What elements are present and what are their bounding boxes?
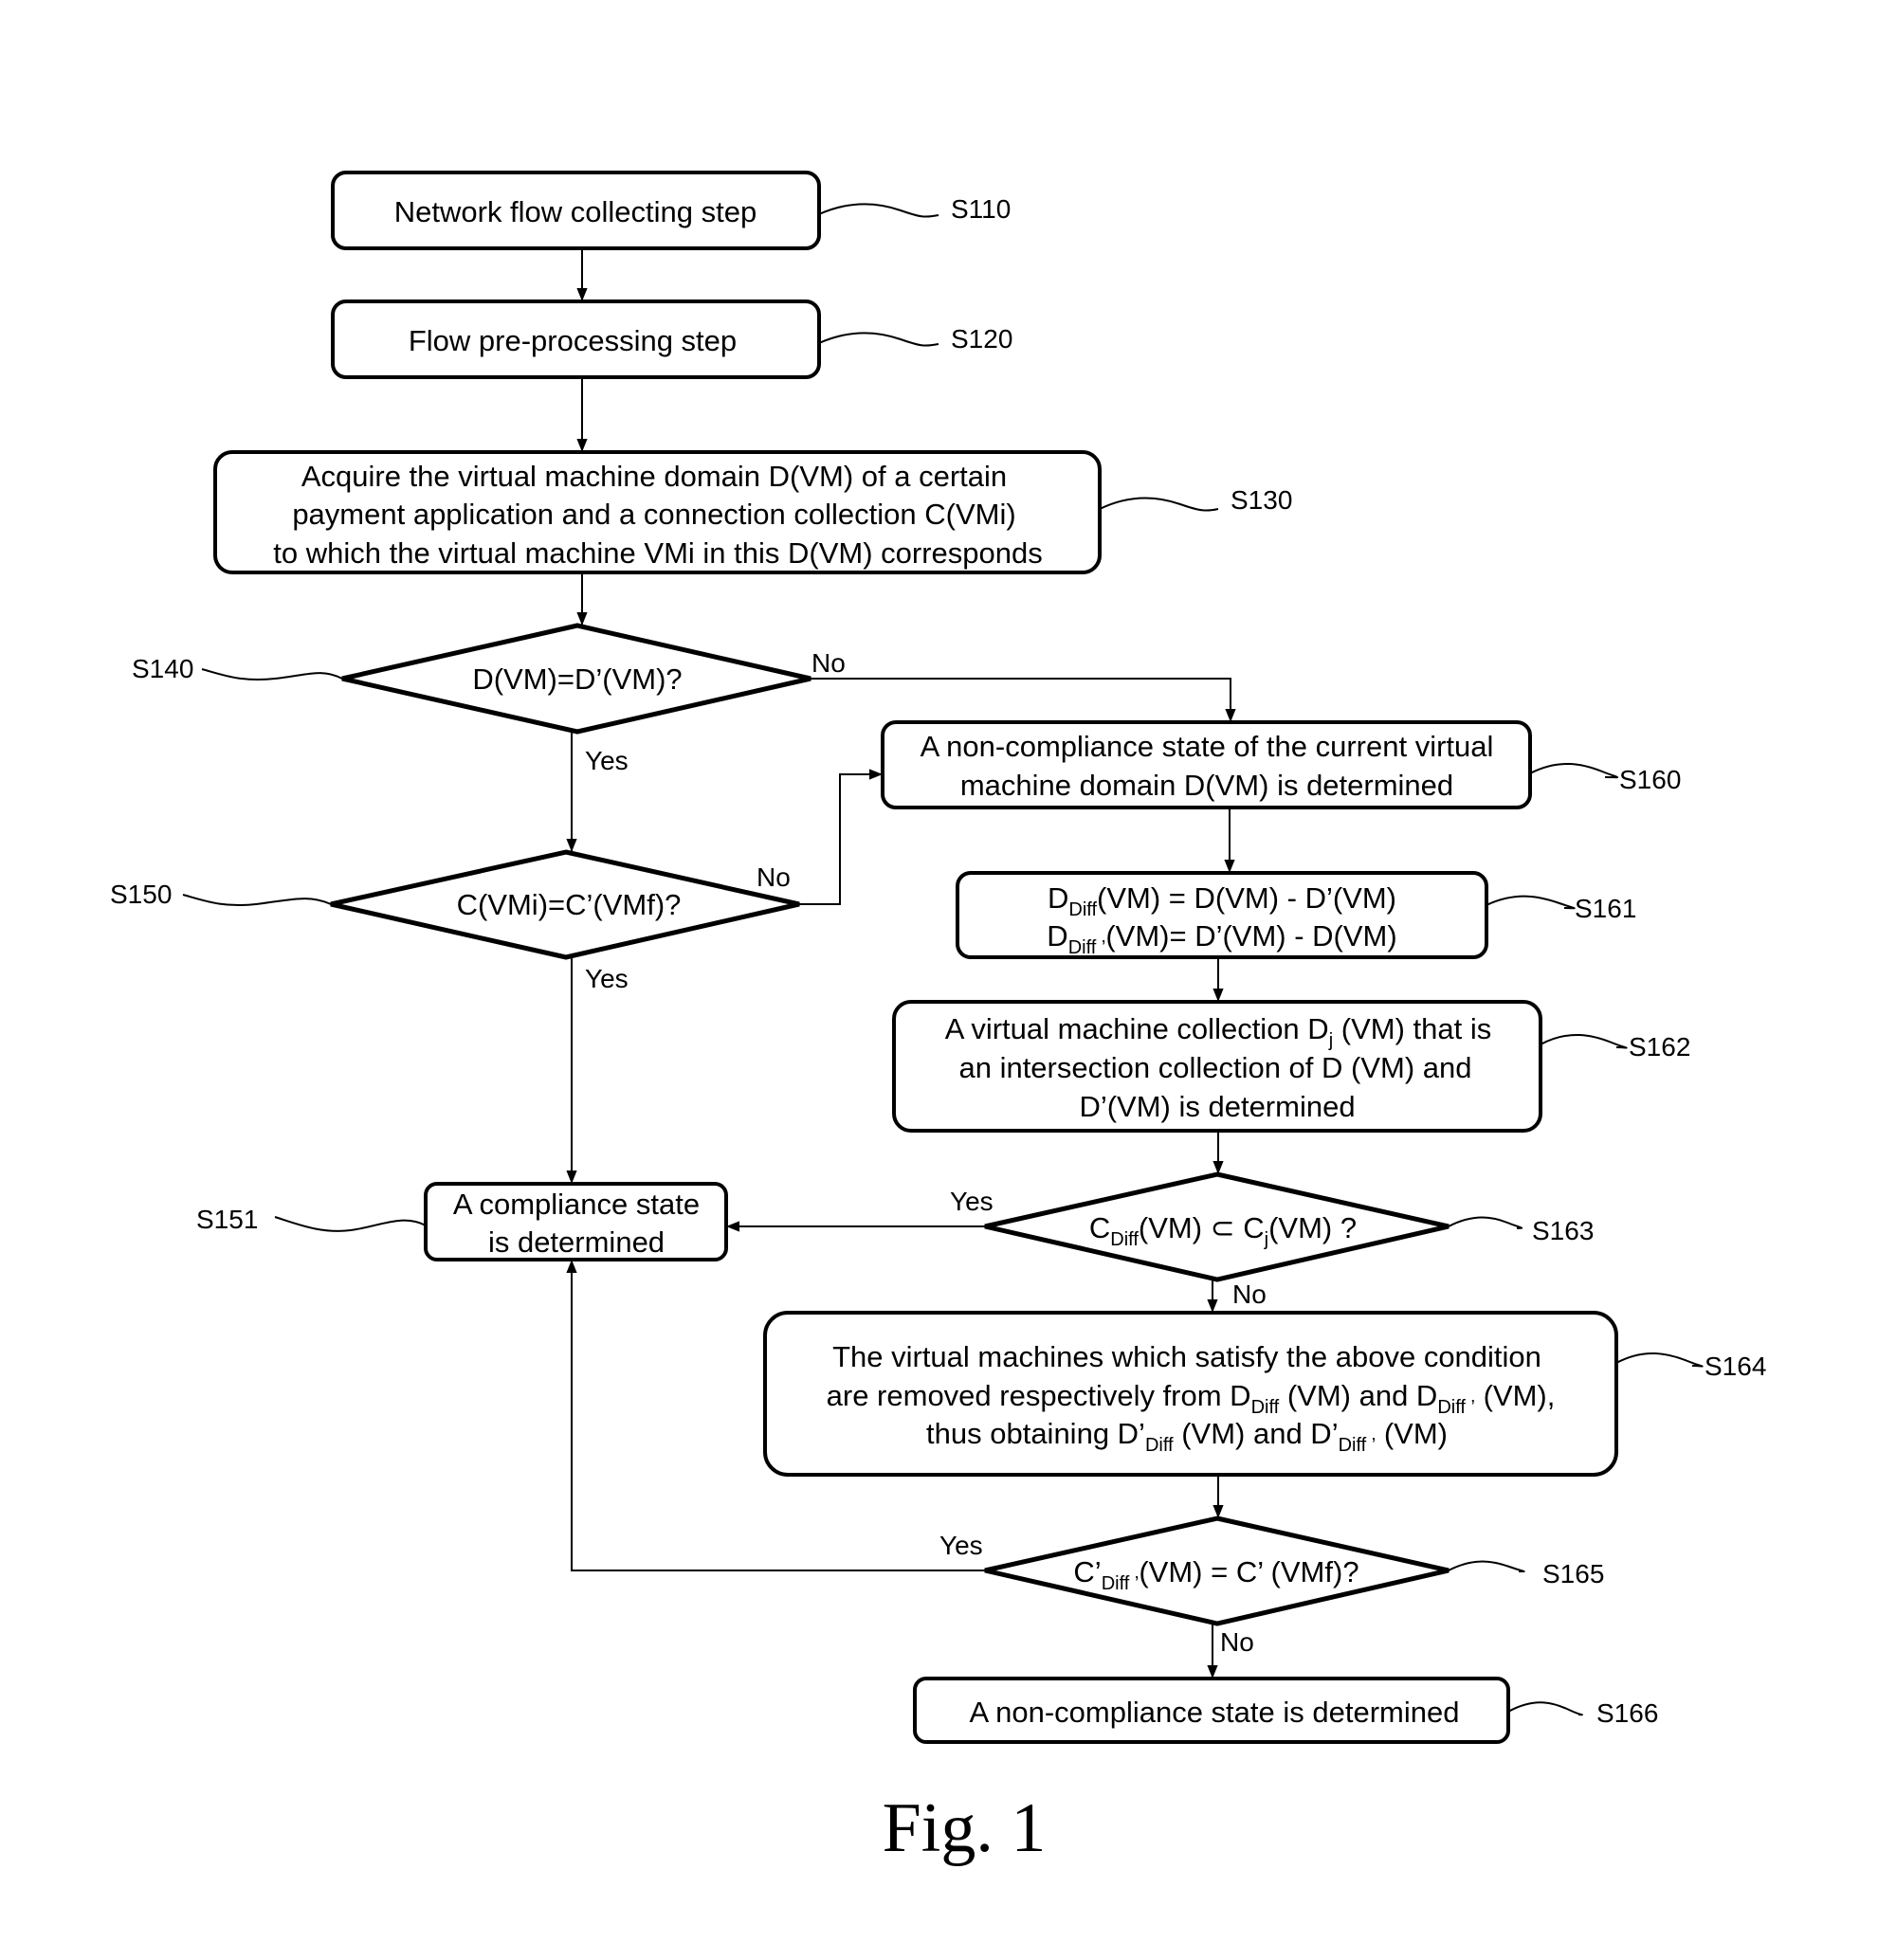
step-text-line-2: an intersection collection of D (VM) and <box>958 1051 1471 1084</box>
arrow-s150-no-s160 <box>799 769 883 905</box>
step-id-label: S130 <box>1231 485 1292 515</box>
decision-text: C(VMi)=C’(VMf)? <box>457 888 682 921</box>
leader-line <box>201 668 343 681</box>
step-text-line-1: A compliance state <box>453 1188 700 1221</box>
arrow-s140-no-s160 <box>811 678 1236 722</box>
step-id-label: S150 <box>110 880 172 909</box>
leader-line <box>274 1216 427 1232</box>
formula-line-1: DDiff(VM) = D(VM) - D’(VM) <box>1048 881 1396 920</box>
step-id-label: S151 <box>196 1205 258 1234</box>
step-s162: A virtual machine collection Dj (VM) tha… <box>892 1000 1690 1133</box>
decision-s150: C(VMi)=C’(VMf)? S150 No Yes <box>110 849 800 993</box>
step-id-label: S163 <box>1532 1216 1594 1245</box>
branch-label-no: No <box>1232 1279 1267 1309</box>
step-id-label: S140 <box>132 654 193 683</box>
leader-line <box>1448 1216 1523 1229</box>
step-s164: The virtual machines which satisfy the a… <box>763 1311 1766 1477</box>
leader-line <box>1615 1352 1704 1368</box>
step-text-line-2: machine domain D(VM) is determined <box>960 769 1453 802</box>
leader-line <box>1507 1701 1583 1716</box>
step-id-label: S165 <box>1542 1559 1604 1588</box>
branch-label-no: No <box>757 862 791 892</box>
step-text-line-1: A non-compliance state of the current vi… <box>921 730 1494 763</box>
leader-line <box>818 332 939 347</box>
step-id-label: S120 <box>951 324 1012 354</box>
step-text-line-1: A virtual machine collection Dj (VM) tha… <box>945 1012 1491 1051</box>
leader-line <box>1099 497 1219 512</box>
step-text-line-1: Acquire the virtual machine domain D(VM)… <box>301 460 1007 493</box>
step-text-line-3: D’(VM) is determined <box>1079 1090 1355 1123</box>
leader-line <box>1540 1034 1628 1049</box>
decision-s163: CDiff(VM) ⊂ Cj(VM) ? S163 Yes No <box>950 1171 1594 1309</box>
step-s130: Acquire the virtual machine domain D(VM)… <box>213 450 1292 574</box>
flowchart: Network flow collecting step S110 Flow p… <box>110 171 1766 1867</box>
step-text-line-3: to which the virtual machine VMi in this… <box>273 536 1042 570</box>
step-s160: A non-compliance state of the current vi… <box>881 720 1681 809</box>
leader-line <box>1529 763 1619 779</box>
step-s120: Flow pre-processing step S120 <box>331 299 1012 379</box>
decision-s140: D(VM)=D’(VM)? S140 No Yes <box>132 623 846 775</box>
step-text: Network flow collecting step <box>394 195 757 228</box>
step-text-line-2: payment application and a connection col… <box>292 498 1015 531</box>
branch-label-yes: Yes <box>939 1531 983 1560</box>
step-id-label: S161 <box>1575 894 1636 923</box>
step-text: A non-compliance state is determined <box>970 1696 1460 1729</box>
branch-label-yes: Yes <box>585 746 629 775</box>
branch-label-yes: Yes <box>950 1187 994 1216</box>
leader-line <box>818 203 939 218</box>
leader-line <box>1486 895 1576 910</box>
decision-s165: C’Diff ’(VM) = C’ (VMf)? S165 Yes No <box>939 1515 1604 1657</box>
branch-label-no: No <box>811 648 846 678</box>
leader-line <box>182 894 332 907</box>
figure-caption: Fig. 1 <box>883 1789 1047 1867</box>
step-text: Flow pre-processing step <box>409 324 737 357</box>
branch-label-yes: Yes <box>585 964 629 993</box>
step-text-line-2: is determined <box>488 1225 665 1259</box>
leader-line <box>1448 1560 1525 1573</box>
step-s110: Network flow collecting step S110 <box>331 171 1011 250</box>
step-s166: A non-compliance state is determined S16… <box>913 1677 1658 1744</box>
branch-label-no: No <box>1220 1627 1254 1657</box>
step-id-label: S110 <box>951 194 1011 224</box>
step-id-label: S164 <box>1705 1352 1766 1381</box>
step-s151: A compliance state is determined S151 <box>196 1182 728 1261</box>
step-id-label: S162 <box>1629 1032 1690 1062</box>
step-text-line-1: The virtual machines which satisfy the a… <box>832 1340 1541 1373</box>
step-id-label: S160 <box>1619 765 1681 794</box>
step-id-label: S166 <box>1596 1698 1658 1728</box>
decision-text: D(VM)=D’(VM)? <box>472 662 682 696</box>
step-s161: DDiff(VM) = D(VM) - D’(VM) DDiff ’(VM)= … <box>956 871 1636 959</box>
